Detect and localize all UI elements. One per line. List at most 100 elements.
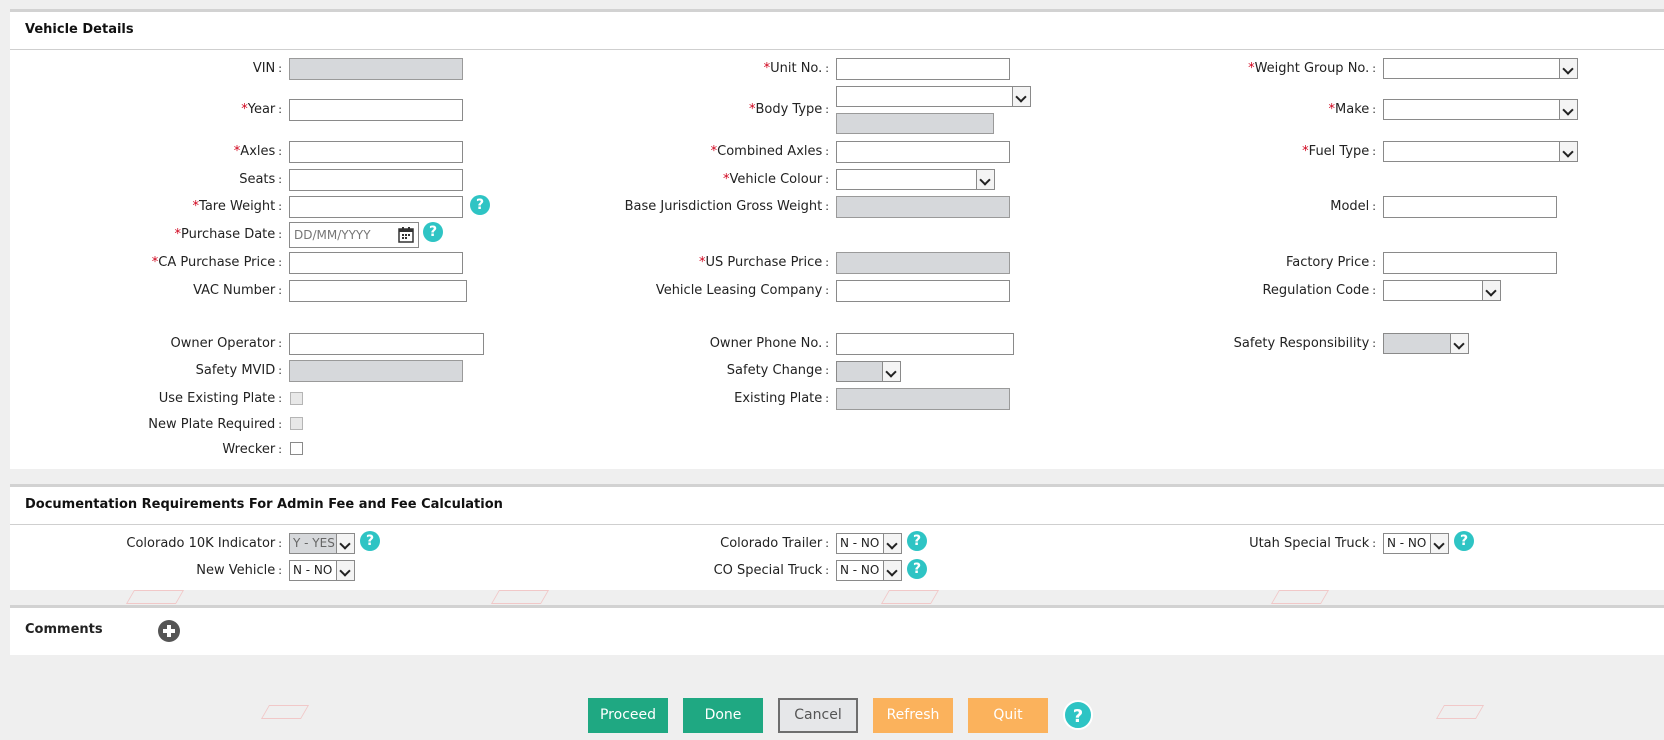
new-plate-required-label: New Plate Required: xyxy=(148,417,282,432)
documentation-title: Documentation Requirements For Admin Fee… xyxy=(10,487,1664,525)
help-icon[interactable]: ? xyxy=(1063,700,1093,730)
factory-price-field[interactable] xyxy=(1383,252,1557,274)
chevron-down-icon xyxy=(336,534,354,553)
colorado-trailer-help-icon[interactable]: ? xyxy=(907,531,927,551)
comments-title: Comments xyxy=(25,622,103,637)
colorado-trailer-select[interactable]: N - NO xyxy=(836,533,902,554)
chevron-down-icon xyxy=(883,534,901,553)
co-special-truck-help-icon[interactable]: ? xyxy=(907,559,927,579)
vin-field[interactable] xyxy=(289,58,463,80)
refresh-button[interactable]: Refresh xyxy=(873,698,953,733)
us-purchase-price-label: *US Purchase Price: xyxy=(699,255,829,270)
new-vehicle-select[interactable]: N - NO xyxy=(289,560,355,581)
add-comment-icon[interactable] xyxy=(158,620,180,642)
purchase-date-wrapper xyxy=(289,222,419,248)
vehicle-colour-select[interactable] xyxy=(836,169,995,190)
watermark-fragment xyxy=(880,590,940,604)
axles-field[interactable] xyxy=(289,141,463,163)
watermark-fragment xyxy=(1270,590,1330,604)
chevron-down-icon xyxy=(883,561,901,580)
colorado-10k-indicator-select[interactable]: Y - YES xyxy=(289,533,355,554)
chevron-down-icon xyxy=(976,170,994,189)
tare-weight-field[interactable] xyxy=(289,196,463,218)
use-existing-plate-label: Use Existing Plate: xyxy=(158,391,282,406)
combined-axles-field[interactable] xyxy=(836,141,1010,163)
chevron-down-icon xyxy=(336,561,354,580)
owner-operator-label: Owner Operator: xyxy=(170,336,283,351)
owner-operator-field[interactable] xyxy=(289,333,484,355)
seats-field[interactable] xyxy=(289,169,463,191)
safety-change-label: Safety Change: xyxy=(726,363,829,378)
cancel-button[interactable]: Cancel xyxy=(778,698,858,733)
unit-no-label: *Unit No.: xyxy=(763,61,829,76)
fuel-type-select[interactable] xyxy=(1383,141,1578,162)
use-existing-plate-checkbox[interactable] xyxy=(290,392,303,405)
chevron-down-icon xyxy=(882,362,900,381)
chevron-down-icon xyxy=(1430,534,1448,553)
proceed-button[interactable]: Proceed xyxy=(588,698,668,733)
purchase-date-help-icon[interactable]: ? xyxy=(423,222,443,242)
safety-mvid-label: Safety MVID: xyxy=(195,363,282,378)
body-type-select[interactable] xyxy=(836,86,1031,107)
wrecker-label: Wrecker: xyxy=(222,442,282,457)
body-type-detail-field[interactable] xyxy=(836,113,994,134)
chevron-down-icon xyxy=(1559,100,1577,119)
safety-responsibility-label: Safety Responsibility: xyxy=(1233,336,1376,351)
combined-axles-label: *Combined Axles: xyxy=(710,144,829,159)
body-type-label: *Body Type: xyxy=(748,102,829,117)
quit-button[interactable]: Quit xyxy=(968,698,1048,733)
purchase-date-label: *Purchase Date: xyxy=(174,227,282,242)
vac-number-field[interactable] xyxy=(289,280,467,302)
safety-responsibility-select[interactable] xyxy=(1383,333,1469,354)
comments-panel: Comments xyxy=(10,605,1664,655)
year-label: *Year: xyxy=(241,102,282,117)
weight-group-no-select[interactable] xyxy=(1383,58,1578,79)
tare-weight-help-icon[interactable]: ? xyxy=(470,195,490,215)
base-jurisdiction-gross-weight-label: Base Jurisdiction Gross Weight: xyxy=(624,199,829,214)
existing-plate-field[interactable] xyxy=(836,388,1010,410)
watermark-fragment xyxy=(1435,705,1485,719)
watermark-fragment xyxy=(125,590,185,604)
ca-purchase-price-field[interactable] xyxy=(289,252,463,274)
us-purchase-price-field[interactable] xyxy=(836,252,1010,274)
year-field[interactable] xyxy=(289,99,463,121)
existing-plate-label: Existing Plate: xyxy=(734,391,829,406)
vehicle-leasing-company-label: Vehicle Leasing Company: xyxy=(655,283,829,298)
unit-no-field[interactable] xyxy=(836,58,1010,80)
vehicle-colour-label: *Vehicle Colour: xyxy=(722,172,829,187)
vehicle-leasing-company-field[interactable] xyxy=(836,280,1010,302)
watermark-fragment xyxy=(260,705,310,719)
chevron-down-icon xyxy=(1450,334,1468,353)
vac-number-label: VAC Number: xyxy=(193,283,282,298)
done-button[interactable]: Done xyxy=(683,698,763,733)
owner-phone-no-field[interactable] xyxy=(836,333,1014,355)
seats-label: Seats: xyxy=(239,172,282,187)
chevron-down-icon xyxy=(1559,142,1577,161)
make-label: *Make: xyxy=(1328,102,1376,117)
utah-special-truck-label: Utah Special Truck: xyxy=(1249,536,1376,551)
colorado-10k-help-icon[interactable]: ? xyxy=(360,531,380,551)
colorado-trailer-label: Colorado Trailer: xyxy=(720,536,829,551)
chevron-down-icon xyxy=(1012,87,1030,106)
vehicle-details-title: Vehicle Details xyxy=(10,12,1664,50)
model-field[interactable] xyxy=(1383,196,1557,218)
make-select[interactable] xyxy=(1383,99,1578,120)
utah-special-truck-help-icon[interactable]: ? xyxy=(1454,531,1474,551)
safety-change-select[interactable] xyxy=(836,361,901,382)
ca-purchase-price-label: *CA Purchase Price: xyxy=(151,255,282,270)
wrecker-checkbox[interactable] xyxy=(290,442,303,455)
regulation-code-select[interactable] xyxy=(1383,280,1501,301)
utah-special-truck-select[interactable]: N - NO xyxy=(1383,533,1449,554)
co-special-truck-select[interactable]: N - NO xyxy=(836,560,902,581)
watermark-fragment xyxy=(490,590,550,604)
base-jurisdiction-gross-weight-field[interactable] xyxy=(836,196,1010,218)
chevron-down-icon xyxy=(1559,59,1577,78)
new-vehicle-label: New Vehicle: xyxy=(196,563,282,578)
safety-mvid-field[interactable] xyxy=(289,360,463,382)
regulation-code-label: Regulation Code: xyxy=(1262,283,1376,298)
chevron-down-icon xyxy=(1482,281,1500,300)
tare-weight-label: *Tare Weight: xyxy=(192,199,282,214)
calendar-icon[interactable] xyxy=(397,226,415,243)
new-plate-required-checkbox[interactable] xyxy=(290,417,303,430)
co-special-truck-label: CO Special Truck: xyxy=(713,563,829,578)
